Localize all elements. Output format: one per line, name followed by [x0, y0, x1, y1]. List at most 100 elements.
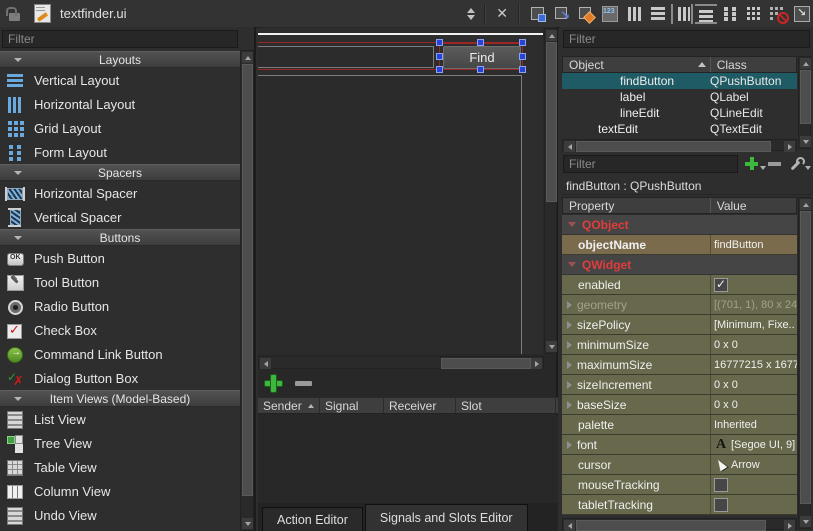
object-row-textEdit[interactable]: textEditQTextEdit [562, 121, 797, 137]
selection-handle[interactable] [436, 39, 443, 46]
adjust-size-icon[interactable] [791, 4, 813, 24]
scrollbar-thumb[interactable] [242, 64, 253, 496]
property-row-font[interactable]: font[Segoe UI, 9] [562, 435, 797, 455]
widget-filter-input[interactable] [2, 30, 238, 48]
widget-item-tool-button[interactable]: Tool Button [0, 270, 240, 294]
property-row-tablettracking[interactable]: tabletTracking [562, 495, 797, 515]
expand-icon[interactable] [567, 401, 572, 409]
scroll-up-icon[interactable] [242, 52, 253, 63]
form-canvas[interactable]: Find [258, 28, 543, 354]
expand-icon[interactable] [567, 321, 572, 329]
selection-handle[interactable] [519, 53, 526, 60]
lineedit-widget[interactable] [258, 46, 434, 68]
property-row-geometry[interactable]: geometry[(701, 1), 80 x 24] [562, 295, 797, 315]
scroll-up-icon[interactable] [546, 30, 557, 41]
column-header-slot[interactable]: Slot [456, 398, 556, 413]
scroll-down-icon[interactable] [242, 518, 253, 529]
property-row-enabled[interactable]: enabled [562, 275, 797, 295]
file-name[interactable]: textfinder.ui [60, 6, 127, 21]
property-filter-input[interactable] [563, 155, 738, 173]
checkbox[interactable] [714, 498, 728, 512]
scrollbar-thumb[interactable] [546, 42, 557, 202]
selection-handle[interactable] [477, 66, 484, 73]
layout-vertical-icon[interactable] [647, 4, 669, 24]
widget-item-check-box[interactable]: Check Box [0, 318, 240, 342]
widget-item-grid-layout[interactable]: Grid Layout [0, 116, 240, 140]
layout-grid-icon[interactable] [743, 4, 765, 24]
add-dynamic-property-icon[interactable] [744, 156, 759, 171]
property-editor-vscrollbar[interactable] [798, 197, 811, 529]
scroll-left-icon[interactable] [564, 141, 575, 152]
category-header-layouts[interactable]: Layouts [0, 51, 240, 68]
category-header-item-views-model-based[interactable]: Item Views (Model-Based) [0, 390, 240, 407]
property-group-qobject[interactable]: QObject [562, 215, 797, 235]
remove-connection-icon[interactable] [295, 381, 312, 386]
layout-horizontal-icon[interactable] [623, 4, 645, 24]
edit-signals-slots-icon[interactable] [551, 4, 573, 24]
selection-handle[interactable] [436, 66, 443, 73]
scroll-right-icon[interactable] [784, 520, 795, 531]
tab-signals-and-slots-editor[interactable]: Signals and Slots Editor [365, 504, 528, 531]
object-row-label[interactable]: labelQLabel [562, 89, 797, 105]
widget-item-push-button[interactable]: Push Button [0, 246, 240, 270]
scrollbar-thumb[interactable] [800, 211, 811, 504]
checkbox[interactable] [714, 278, 728, 292]
selection-handle[interactable] [519, 39, 526, 46]
scroll-down-icon[interactable] [546, 341, 557, 352]
widget-item-tree-view[interactable]: Tree View [0, 431, 240, 455]
scrollbar-thumb[interactable] [441, 358, 531, 369]
layout-form-icon[interactable] [719, 4, 741, 24]
edit-tab-order-icon[interactable] [599, 4, 621, 24]
edit-buddies-icon[interactable] [575, 4, 597, 24]
scroll-right-icon[interactable] [531, 358, 542, 369]
column-header-sender[interactable]: Sender [258, 398, 320, 413]
scrollbar-thumb[interactable] [576, 520, 766, 531]
property-row-sizeincrement[interactable]: sizeIncrement0 x 0 [562, 375, 797, 395]
widget-item-horizontal-layout[interactable]: Horizontal Layout [0, 92, 240, 116]
scrollbar-thumb[interactable] [800, 70, 811, 124]
widget-item-command-link-button[interactable]: Command Link Button [0, 342, 240, 366]
tab-action-editor[interactable]: Action Editor [262, 507, 363, 531]
widget-item-list-view[interactable]: List View [0, 407, 240, 431]
widget-item-column-view[interactable]: Column View [0, 479, 240, 503]
chevron-down-icon[interactable] [760, 166, 766, 170]
form-horizontal-scrollbar[interactable] [258, 356, 544, 369]
column-header-signal[interactable]: Signal [320, 398, 384, 413]
layout-vertical-splitter-icon[interactable] [695, 4, 717, 24]
category-header-spacers[interactable]: Spacers [0, 164, 240, 181]
configure-property-editor-icon[interactable] [788, 156, 804, 172]
textedit-widget[interactable] [258, 75, 522, 354]
scroll-left-icon[interactable] [564, 520, 575, 531]
expand-icon[interactable] [567, 441, 572, 449]
add-connection-icon[interactable] [264, 374, 283, 393]
widget-item-dialog-button-box[interactable]: Dialog Button Box [0, 366, 240, 390]
object-inspector-filter-input[interactable] [563, 30, 810, 48]
column-header-value[interactable]: Value [710, 198, 796, 213]
property-row-cursor[interactable]: cursorArrow [562, 455, 797, 475]
widget-box-scrollbar[interactable] [240, 50, 254, 531]
expand-icon[interactable] [567, 341, 572, 349]
scroll-up-icon[interactable] [800, 58, 811, 69]
layout-horizontal-splitter-icon[interactable] [671, 4, 693, 24]
scrollbar-thumb[interactable] [576, 141, 771, 152]
close-icon[interactable]: ✕ [489, 5, 515, 22]
widget-item-vertical-layout[interactable]: Vertical Layout [0, 68, 240, 92]
widget-item-form-layout[interactable]: Form Layout [0, 140, 240, 164]
property-row-basesize[interactable]: baseSize0 x 0 [562, 395, 797, 415]
property-row-palette[interactable]: paletteInherited [562, 415, 797, 435]
scroll-left-icon[interactable] [260, 358, 271, 369]
expand-icon[interactable] [567, 381, 572, 389]
connections-table-body[interactable] [258, 415, 558, 503]
scroll-right-icon[interactable] [784, 141, 795, 152]
selection-handle[interactable] [519, 66, 526, 73]
scroll-up-icon[interactable] [800, 199, 811, 210]
property-row-mousetracking[interactable]: mouseTracking [562, 475, 797, 495]
category-header-buttons[interactable]: Buttons [0, 229, 240, 246]
widget-item-table-view[interactable]: Table View [0, 455, 240, 479]
object-inspector-vscrollbar[interactable] [798, 56, 811, 149]
remove-dynamic-property-icon[interactable] [768, 162, 781, 166]
form-vertical-scrollbar[interactable] [544, 28, 557, 354]
edit-widgets-icon[interactable] [527, 4, 549, 24]
selection-handle[interactable] [477, 39, 484, 46]
expand-icon[interactable] [567, 361, 572, 369]
